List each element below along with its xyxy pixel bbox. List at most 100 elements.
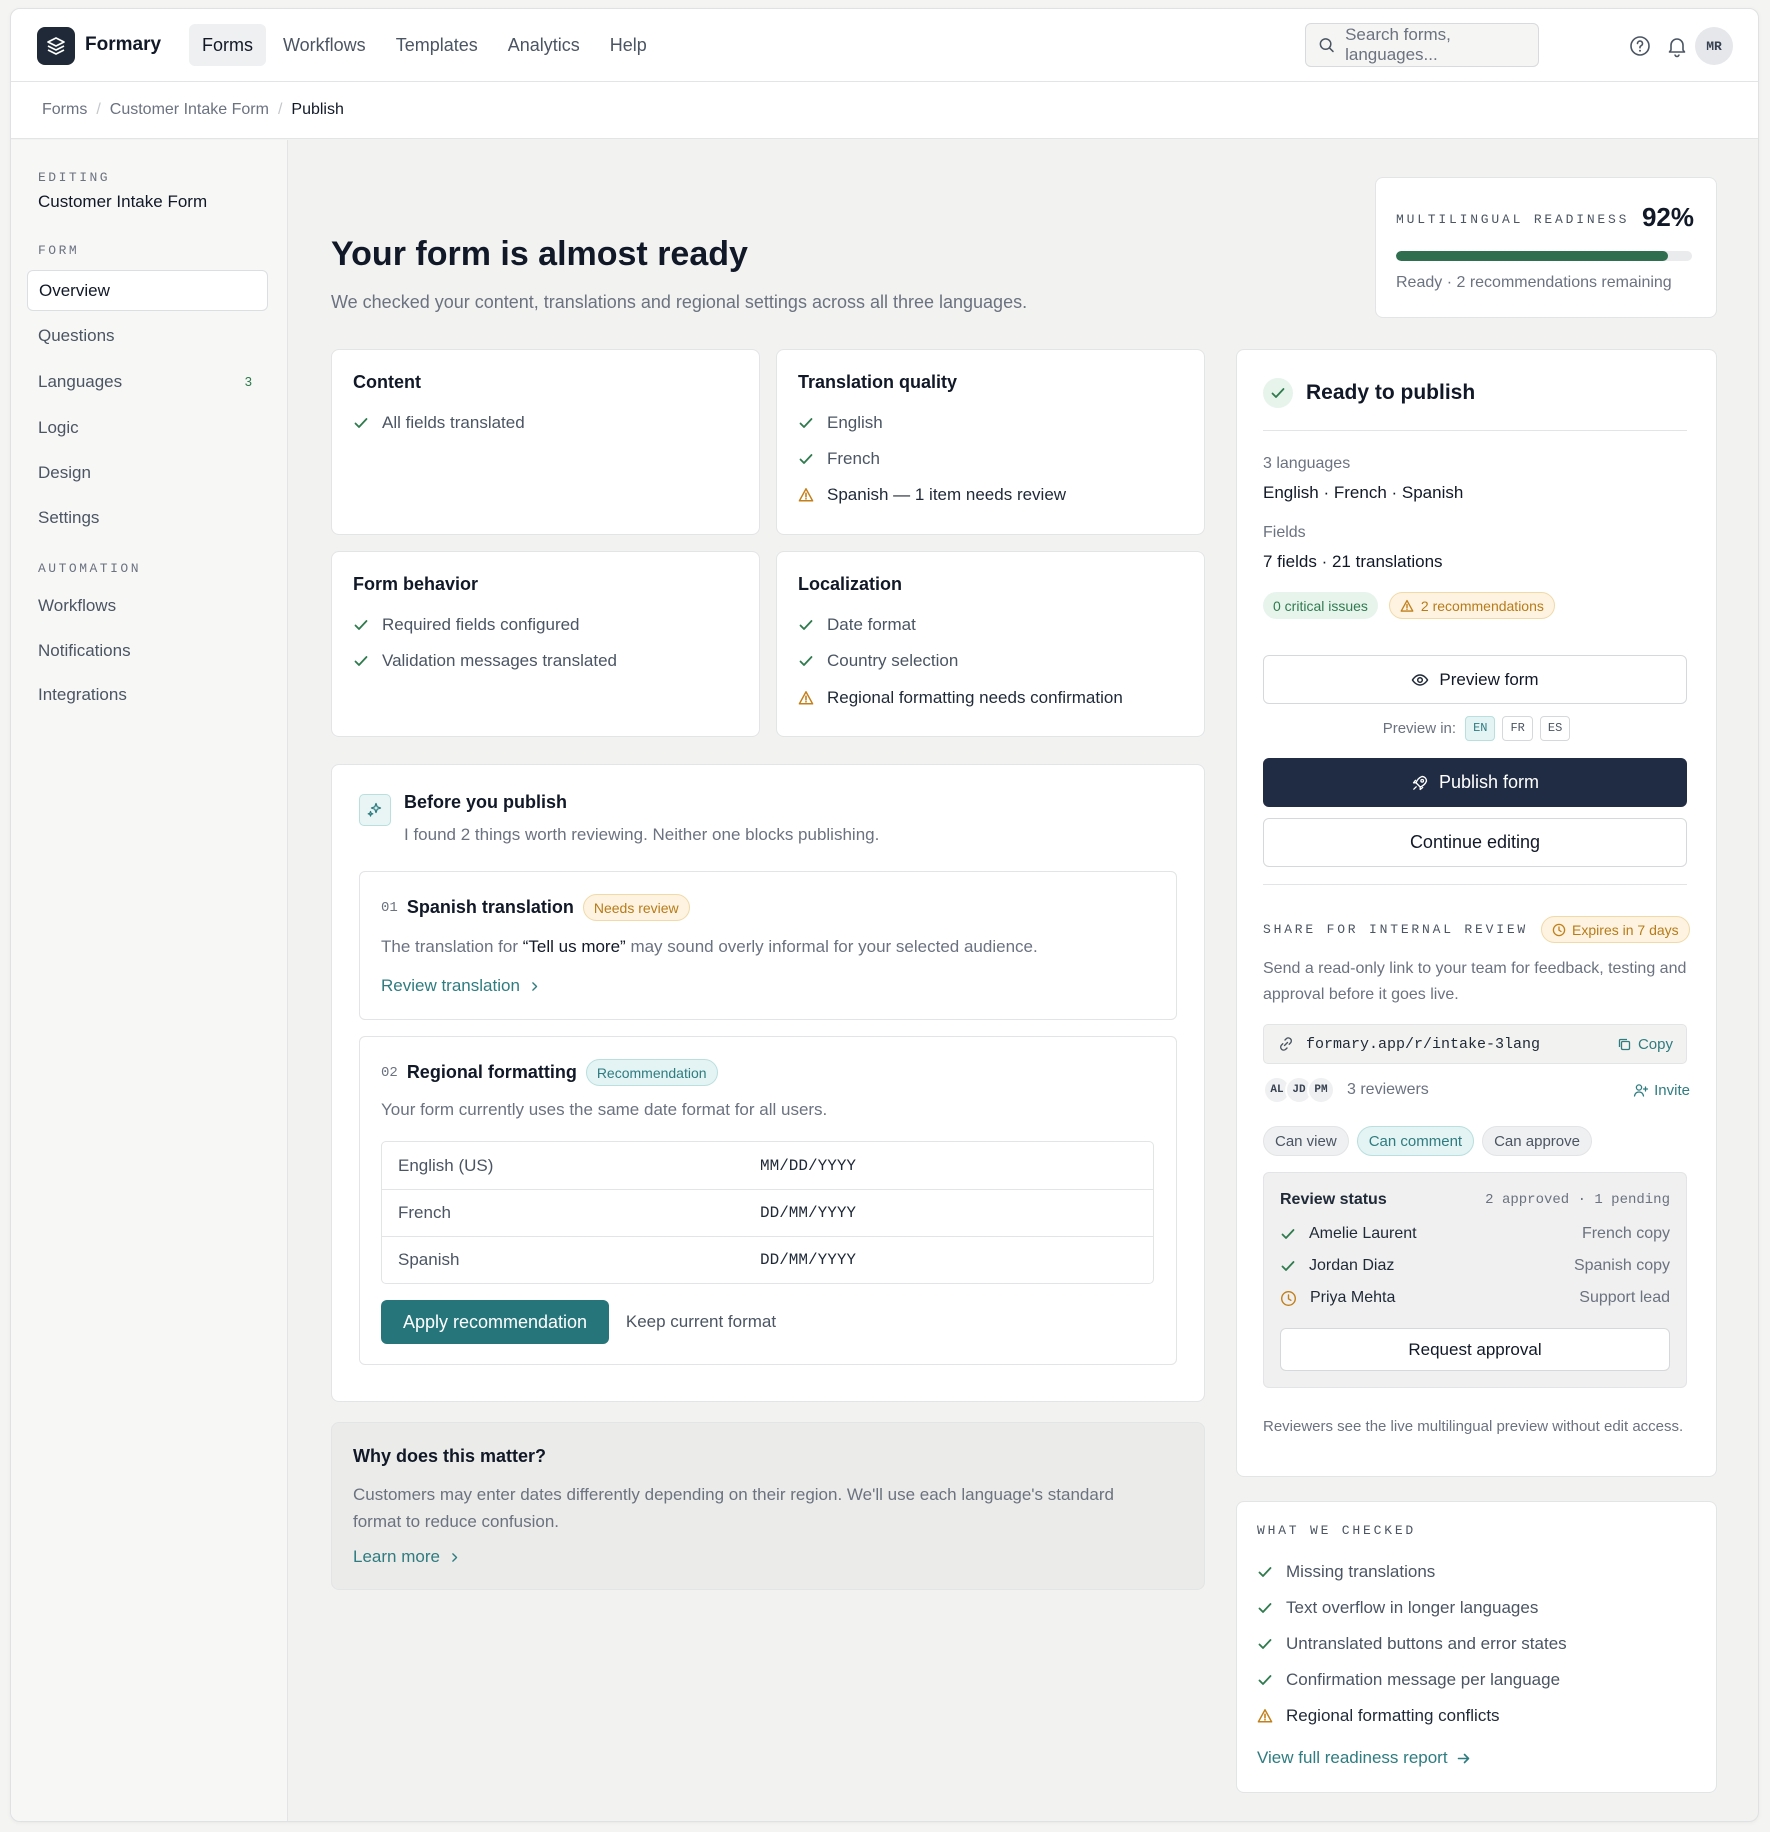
what-we-checked-card: WHAT WE CHECKED Missing translations Tex… [1236, 1501, 1717, 1793]
button-label: Publish form [1438, 772, 1540, 792]
apply-recommendation-button[interactable]: Apply recommendation [381, 1300, 609, 1344]
nav-workflows[interactable]: Workflows [270, 24, 379, 66]
table-cell-format: DD/MM/YYYY [760, 1204, 857, 1222]
check-item-label: Missing translations [1286, 1562, 1436, 1581]
check-icon [353, 617, 369, 633]
invite-button[interactable]: Invite [1633, 1082, 1690, 1099]
review-translation-link[interactable]: Review translation [381, 976, 541, 996]
recommendation-text: Your form currently uses the same date f… [381, 1100, 828, 1119]
permission-can-comment[interactable]: Can comment [1356, 1126, 1475, 1156]
check-item-label: Regional formatting needs confirmation [827, 688, 1123, 707]
sidebar-item-integrations[interactable]: Integrations [27, 674, 268, 715]
check-item-label: Untranslated buttons and error states [1286, 1634, 1567, 1653]
page-title: Your form is almost ready [331, 235, 748, 273]
sidebar-item-logic[interactable]: Logic [27, 407, 268, 448]
reviewer-name: Priya Mehta [1310, 1289, 1396, 1306]
recommendation-formatting: 02 Regional formatting Recommendation Yo… [359, 1036, 1177, 1365]
checked-item-warning: Regional formatting conflicts [1257, 1706, 1500, 1726]
clock-icon [1552, 923, 1566, 936]
check-icon [1257, 1672, 1273, 1688]
check-icon [1280, 1226, 1296, 1242]
card-title: Form behavior [353, 574, 479, 594]
breadcrumb: Forms / Customer Intake Form / Publish [11, 82, 1758, 139]
sidebar-item-label: Notifications [38, 640, 131, 660]
check-item: Validation messages translated [353, 651, 617, 671]
help-circle-icon[interactable] [1628, 34, 1652, 58]
link-label: View full readiness report [1257, 1748, 1448, 1767]
preview-form-button[interactable]: Preview form [1263, 655, 1687, 704]
sidebar-item-label: Settings [38, 507, 100, 527]
search-placeholder: Search forms, languages... [1345, 25, 1451, 64]
behavior-check-card: Form behavior Required fields configured… [331, 551, 760, 737]
preview-lang-fr[interactable]: FR [1502, 715, 1533, 741]
check-item-label: English [827, 413, 883, 432]
permission-can-approve[interactable]: Can approve [1482, 1126, 1592, 1156]
nav-analytics[interactable]: Analytics [495, 24, 593, 66]
table-cell-format: MM/DD/YYYY [760, 1156, 857, 1175]
breadcrumb-form[interactable]: Customer Intake Form [110, 101, 269, 119]
button-label: Copy [1637, 1035, 1673, 1053]
sidebar-item-settings[interactable]: Settings [27, 497, 268, 538]
user-avatar[interactable]: MR [1695, 27, 1733, 65]
table-cell-language: French [398, 1203, 451, 1222]
table-cell-language: Spanish [398, 1250, 460, 1269]
share-link-field[interactable]: formary.app/r/intake-3lang Copy [1263, 1024, 1687, 1064]
table-cell-language: English (US) [398, 1155, 494, 1175]
share-header: SHARE FOR INTERNAL REVIEW Expires in 7 d… [1263, 916, 1690, 943]
warning-icon [1400, 599, 1414, 613]
search-icon [1319, 38, 1334, 53]
sidebar-item-notifications[interactable]: Notifications [27, 630, 268, 671]
learn-more-link[interactable]: Learn more [353, 1547, 461, 1567]
ready-to-publish-title: Ready to publish [1306, 381, 1476, 404]
share-footnote: Reviewers see the live multilingual prev… [1263, 1418, 1684, 1435]
sidebar-item-workflows[interactable]: Workflows [27, 585, 268, 626]
view-full-report-link[interactable]: View full readiness report [1257, 1748, 1471, 1768]
divider [1263, 430, 1687, 431]
reviewer-row: Priya Mehta Support lead [1280, 1289, 1670, 1307]
check-item-label: Country selection [827, 651, 959, 670]
nav-templates[interactable]: Templates [383, 24, 491, 66]
localization-check-card: Localization Date format Country selecti… [776, 551, 1205, 737]
continue-editing-button[interactable]: Continue editing [1263, 818, 1687, 867]
sidebar-item-overview[interactable]: Overview [27, 270, 268, 311]
readiness-card: MULTILINGUAL READINESS 92% Ready · 2 rec… [1375, 177, 1717, 318]
recommendation-number: 01 [381, 899, 398, 916]
sidebar-item-design[interactable]: Design [27, 452, 268, 493]
badge-label: 2 recommendations [1420, 597, 1544, 614]
reviewer-name: Amelie Laurent [1309, 1225, 1417, 1242]
check-icon [798, 617, 814, 633]
sidebar-item-label: Languages [38, 371, 123, 391]
before-publish-subtitle: I found 2 things worth reviewing. Neithe… [404, 825, 880, 844]
keep-current-format-button[interactable]: Keep current format [612, 1300, 790, 1344]
reviewers-count: 3 reviewers [1347, 1081, 1429, 1098]
copy-link-button[interactable]: Copy [1617, 1036, 1673, 1053]
logo-icon[interactable] [37, 27, 75, 65]
sidebar-item-label: Workflows [38, 595, 117, 615]
sidebar-item-label: Questions [38, 325, 115, 345]
link-label: Review translation [381, 976, 520, 995]
copy-icon [1618, 1038, 1631, 1050]
preview-lang-en[interactable]: EN [1465, 715, 1496, 741]
bell-icon[interactable] [1665, 34, 1689, 58]
publish-form-button[interactable]: Publish form [1263, 758, 1687, 807]
review-status-header: Review status 2 approved · 1 pending [1280, 1191, 1670, 1209]
reviewer-avatar: PM [1307, 1076, 1335, 1104]
expires-badge: Expires in 7 days [1541, 916, 1690, 943]
issue-badges: 0 critical issues 2 recommendations [1263, 592, 1555, 619]
check-icon [1257, 1564, 1273, 1580]
search-input[interactable]: Search forms, languages... [1305, 23, 1539, 67]
preview-lang-es[interactable]: ES [1539, 715, 1571, 741]
request-approval-button[interactable]: Request approval [1280, 1328, 1670, 1371]
sidebar-item-label: Design [38, 462, 91, 482]
eye-icon [1412, 673, 1429, 686]
breadcrumb-forms[interactable]: Forms [42, 101, 87, 119]
sidebar-item-questions[interactable]: Questions [27, 315, 268, 356]
readiness-label: MULTILINGUAL READINESS [1396, 212, 1630, 227]
nav-forms[interactable]: Forms [189, 24, 266, 66]
sidebar-item-languages[interactable]: Languages 3 [27, 361, 268, 402]
permission-can-view[interactable]: Can view [1263, 1126, 1349, 1156]
link-icon [1280, 1037, 1292, 1051]
nav-help[interactable]: Help [597, 24, 660, 66]
check-icon [798, 451, 814, 467]
check-item: English [798, 413, 883, 433]
